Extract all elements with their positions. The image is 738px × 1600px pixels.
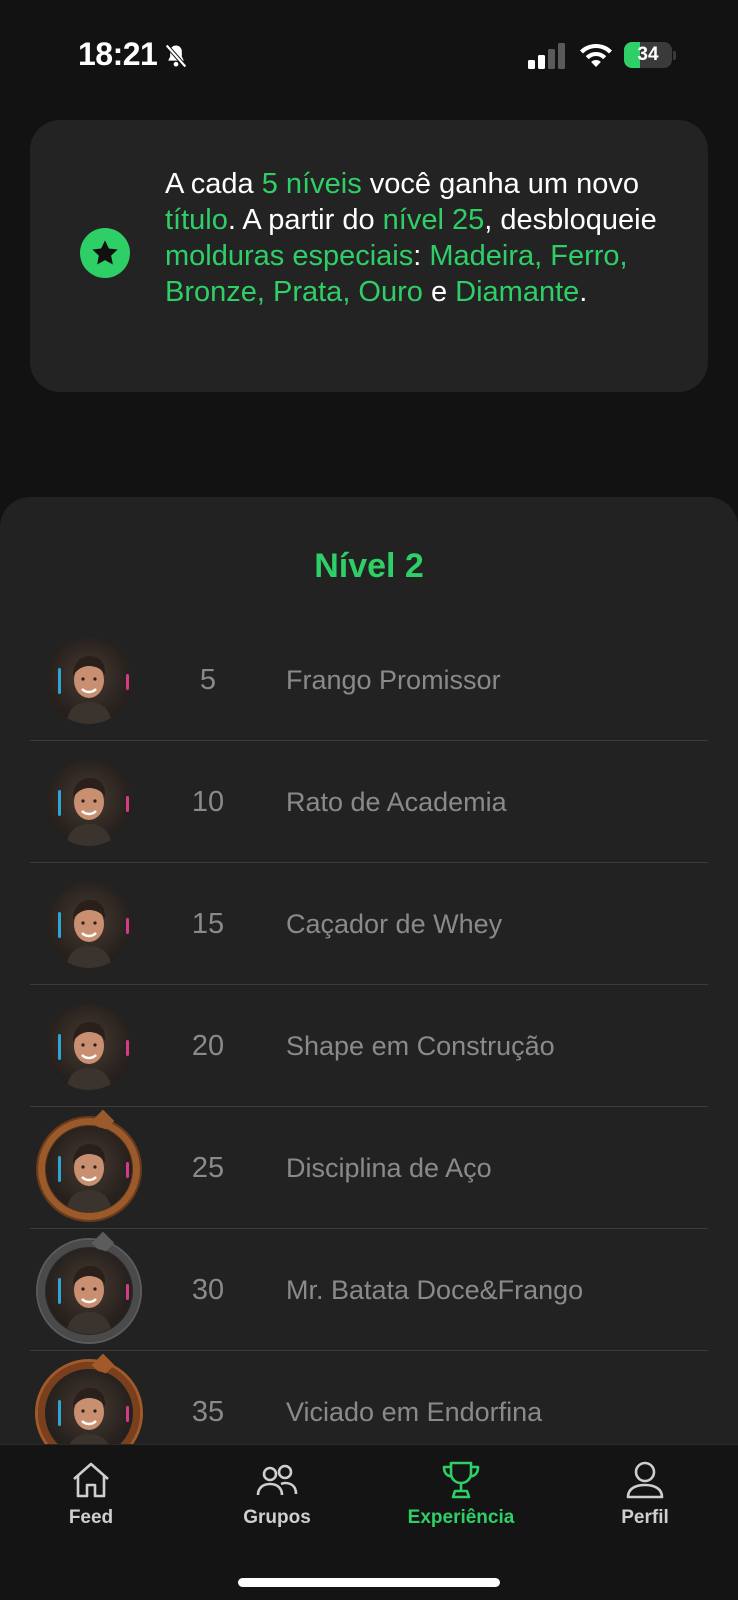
star-icon	[80, 228, 130, 278]
highlight-text: Diamante	[455, 276, 580, 308]
row-level: 30	[191, 1274, 225, 1306]
avatar	[46, 638, 132, 724]
info-text-segment: A cada	[165, 168, 262, 200]
highlight-text: 5 níveis	[261, 168, 362, 200]
row-level: 5	[199, 664, 217, 696]
level-rows: 5 Frango Promissor 10 Rato de Academia 15 C…	[30, 619, 708, 1473]
info-text-segment: e	[422, 276, 456, 308]
row-title: Rato de Academia	[286, 787, 507, 817]
tab-bar: Feed Grupos Experiência Perfil	[0, 1444, 738, 1600]
bell-slash-icon	[165, 44, 187, 68]
info-card: A cada 5 níveis você ganha um novo títul…	[30, 120, 708, 392]
avatar	[46, 882, 132, 968]
row-level: 15	[191, 908, 225, 940]
row-level: 25	[191, 1152, 225, 1184]
row-title: Frango Promissor	[286, 665, 501, 695]
info-text-segment: :	[413, 240, 430, 272]
avatar	[46, 1248, 132, 1334]
highlight-text: nível 25	[382, 204, 485, 236]
level-row: 25 Disciplina de Aço	[30, 1107, 708, 1229]
info-text-segment: , desbloqueie	[484, 204, 657, 236]
tab-feed[interactable]: Feed	[16, 1457, 166, 1537]
tab-grupos-label: Grupos	[243, 1507, 311, 1528]
avatar	[46, 1004, 132, 1090]
trophy-icon	[442, 1461, 480, 1499]
tab-experiencia[interactable]: Experiência	[386, 1457, 536, 1537]
level-panel: Nível 2 5 Frango Promissor 10 Rato de Acad…	[0, 497, 738, 1473]
tab-perfil[interactable]: Perfil	[570, 1457, 720, 1537]
tab-perfil-label: Perfil	[621, 1507, 669, 1528]
person-icon	[626, 1461, 664, 1499]
home-indicator[interactable]	[238, 1578, 500, 1587]
highlight-text: título	[165, 204, 228, 236]
users-icon	[256, 1464, 298, 1496]
tab-grupos[interactable]: Grupos	[202, 1457, 352, 1537]
wifi-icon	[580, 44, 612, 67]
status-bar: 18:21 34	[0, 0, 738, 110]
level-title: Nível 2	[314, 547, 424, 585]
level-row: 10 Rato de Academia	[30, 741, 708, 863]
info-text-segment: você ganha um novo	[361, 168, 640, 200]
info-text-segment: .	[579, 276, 588, 308]
level-row: 20 Shape em Construção	[30, 985, 708, 1107]
highlight-text: molduras especiais	[165, 240, 414, 272]
row-level: 10	[191, 786, 225, 818]
home-icon	[73, 1462, 109, 1498]
row-title: Shape em Construção	[286, 1031, 555, 1061]
avatar	[46, 1126, 132, 1212]
battery-level: 34	[637, 44, 659, 65]
level-row: 5 Frango Promissor	[30, 619, 708, 741]
tab-experiencia-label: Experiência	[407, 1507, 515, 1528]
status-time: 18:21	[78, 36, 158, 72]
row-level: 20	[191, 1030, 225, 1062]
battery-charging-icon: 34	[624, 42, 676, 68]
tab-feed-label: Feed	[68, 1507, 114, 1528]
row-title: Caçador de Whey	[286, 909, 503, 939]
info-text: A cada 5 níveis você ganha um novo títul…	[165, 166, 665, 310]
level-row: 15 Caçador de Whey	[30, 863, 708, 985]
info-text-segment: . A partir do	[227, 204, 383, 236]
row-title: Disciplina de Aço	[286, 1153, 492, 1183]
row-title: Mr. Batata Doce&Frango	[286, 1275, 584, 1305]
level-row: 30 Mr. Batata Doce&Frango	[30, 1229, 708, 1351]
avatar	[46, 760, 132, 846]
cellular-signal-icon	[528, 43, 565, 69]
